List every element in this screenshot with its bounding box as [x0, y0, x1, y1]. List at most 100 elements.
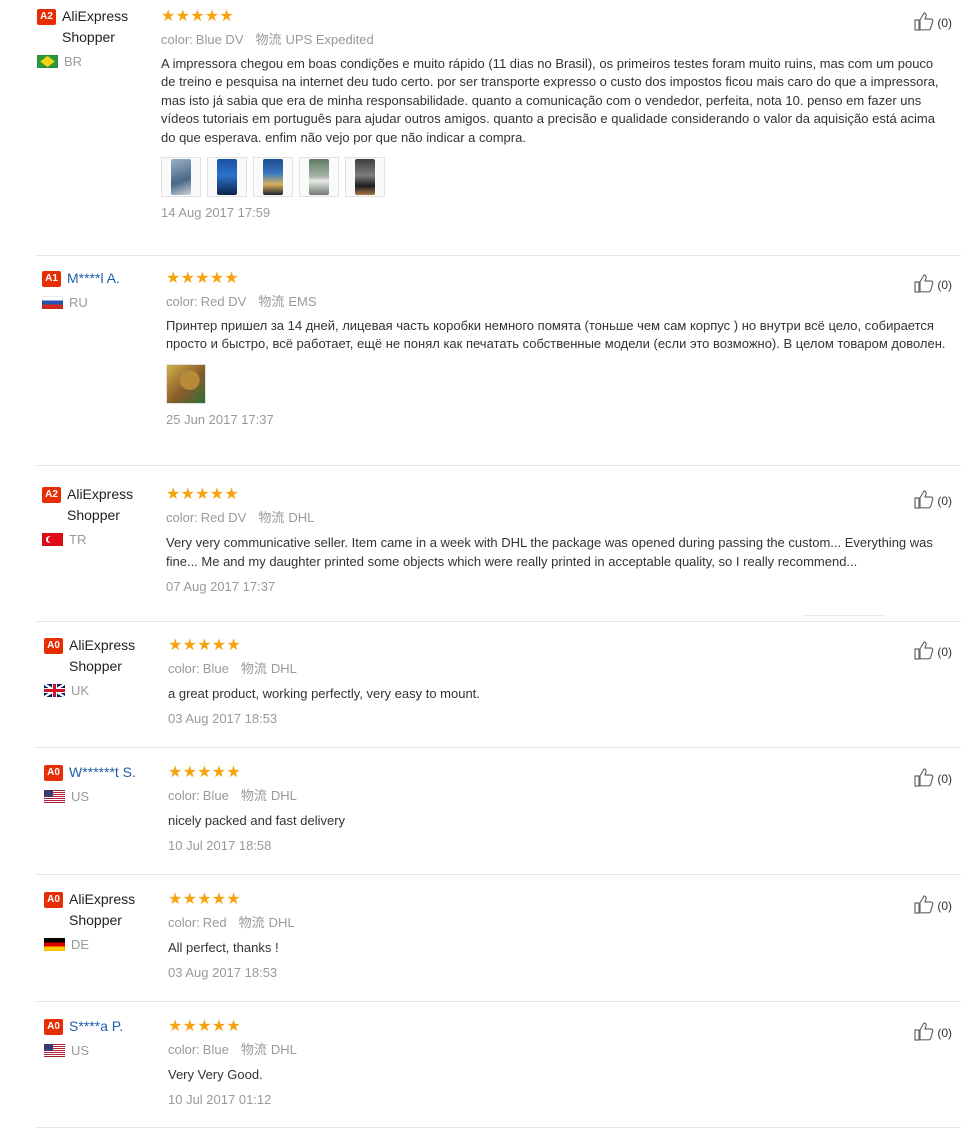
logistics-label: 物流 — [255, 32, 282, 47]
reviewer-info: A0 W******t S. US — [44, 764, 162, 804]
review-divider — [36, 465, 961, 466]
country-code: DE — [71, 937, 90, 952]
color-value: Red — [202, 915, 227, 930]
reviewer-country: US — [44, 1043, 162, 1058]
star-icon: ★ — [195, 270, 210, 287]
helpful-button[interactable]: (0) — [913, 639, 952, 664]
logistics-value: DHL — [270, 788, 297, 803]
review-text: Very Very Good. — [168, 1067, 263, 1082]
order-info: color: Red DV 物流 DHL — [166, 509, 946, 527]
review-content: ★★★★★ color: Red DV 物流 DHL Very very commun… — [166, 486, 946, 594]
helpful-button[interactable]: (0) — [913, 10, 952, 35]
color-value: Blue — [202, 661, 229, 676]
reviewer-country: TR — [42, 532, 160, 547]
helpful-count: (0) — [937, 898, 952, 913]
star-icon: ★ — [204, 8, 220, 25]
review-item: A0 W******t S. US ★★★★★ color: Blue 物流 DHL … — [0, 764, 979, 875]
star-icon: ★ — [168, 637, 183, 654]
color-value: Blue DV — [195, 32, 244, 47]
logistics-value: DHL — [270, 661, 297, 676]
helpful-count: (0) — [937, 15, 952, 30]
logistics-value: DHL — [288, 510, 315, 525]
star-icon: ★ — [182, 764, 197, 781]
logistics-label: 物流 — [240, 661, 267, 676]
reviewer-name[interactable]: M****l A. — [67, 268, 120, 289]
helpful-button[interactable]: (0) — [913, 893, 952, 918]
order-info: color: Blue 物流 DHL — [168, 787, 948, 805]
country-flag-icon — [37, 55, 58, 68]
review-photo-thumbnail[interactable] — [161, 157, 201, 198]
review-photo-thumbnail[interactable] — [166, 363, 206, 404]
reviewer-country: UK — [44, 683, 162, 698]
order-info: color: Blue DV 物流 UPS Expedited — [161, 31, 951, 49]
star-icon: ★ — [168, 891, 183, 908]
reviewer-info: A2 AliExpress Shopper BR — [37, 8, 155, 69]
color-label: color: — [168, 788, 200, 803]
country-flag-icon — [42, 533, 63, 546]
star-icon: ★ — [224, 270, 239, 287]
thumbs-up-icon — [913, 639, 937, 664]
color-value: Blue — [202, 1042, 229, 1057]
star-icon: ★ — [175, 8, 190, 25]
country-flag-icon — [44, 684, 65, 697]
star-icon: ★ — [190, 8, 205, 25]
star-icon: ★ — [182, 637, 197, 654]
review-photo-thumbnail[interactable] — [345, 157, 385, 198]
logistics-label: 物流 — [258, 510, 285, 525]
review-item: A2 AliExpress Shopper TR ★★★★★ color: Red… — [0, 486, 979, 622]
star-icon: ★ — [161, 8, 176, 25]
star-icon: ★ — [211, 637, 227, 654]
buyer-level-badge: A0 — [44, 638, 63, 654]
logistics-value: EMS — [288, 294, 317, 309]
review-photo-thumbnail[interactable] — [253, 157, 293, 198]
star-icon: ★ — [226, 1018, 241, 1035]
color-label: color: — [166, 510, 198, 525]
review-divider — [36, 1001, 961, 1002]
star-icon: ★ — [209, 486, 225, 503]
helpful-button[interactable]: (0) — [913, 766, 952, 791]
reviewer-name: AliExpress Shopper — [62, 8, 129, 45]
star-icon: ★ — [166, 270, 181, 287]
reviewer-name[interactable]: W******t S. — [69, 762, 136, 783]
order-info: color: Blue 物流 DHL — [168, 660, 948, 678]
star-icon: ★ — [168, 764, 183, 781]
review-divider — [36, 255, 961, 256]
logistics-value: UPS Expedited — [285, 32, 374, 47]
buyer-level-badge: A2 — [42, 487, 61, 503]
review-date: 14 Aug 2017 17:59 — [161, 205, 271, 221]
reviewer-name[interactable]: S****a P. — [69, 1016, 123, 1037]
review-item: A1 M****l A. RU ★★★★★ color: Red DV 物流 EMS … — [0, 270, 979, 466]
review-photos — [161, 157, 951, 198]
color-label: color: — [168, 1042, 200, 1057]
review-content: ★★★★★ color: Blue 物流 DHL Very Very Good. 10… — [168, 1018, 948, 1107]
review-text: Принтер пришел за 14 дней, лицевая часть… — [166, 318, 946, 352]
reviewer-country: DE — [44, 937, 162, 952]
star-icon: ★ — [226, 764, 241, 781]
logistics-label: 物流 — [258, 294, 285, 309]
helpful-button[interactable]: (0) — [913, 272, 952, 297]
star-rating: ★★★★★ — [166, 486, 946, 504]
helpful-count: (0) — [937, 1025, 952, 1040]
star-rating: ★★★★★ — [168, 764, 948, 782]
review-photo-thumbnail[interactable] — [207, 157, 247, 198]
star-rating: ★★★★★ — [161, 8, 951, 26]
order-info: color: Red DV 物流 EMS — [166, 293, 946, 311]
review-photo-thumbnail[interactable] — [299, 157, 339, 198]
star-icon: ★ — [211, 764, 227, 781]
color-label: color: — [168, 661, 200, 676]
color-label: color: — [166, 294, 198, 309]
helpful-button[interactable]: (0) — [913, 1020, 952, 1045]
star-rating: ★★★★★ — [168, 1018, 948, 1036]
helpful-button[interactable]: (0) — [913, 488, 952, 513]
review-item: A0 AliExpress Shopper UK ★★★★★ color: Blu… — [0, 637, 979, 748]
helpful-count: (0) — [937, 493, 952, 508]
star-icon: ★ — [168, 1018, 183, 1035]
review-feed: A2 AliExpress Shopper BR ★★★★★ color: Blu… — [0, 0, 979, 1128]
review-text: Very very communicative seller. Item cam… — [166, 535, 933, 569]
reviewer-name: AliExpress Shopper — [67, 486, 134, 523]
country-flag-icon — [44, 790, 65, 803]
logistics-label: 物流 — [238, 915, 265, 930]
helpful-count: (0) — [937, 644, 952, 659]
country-code: RU — [69, 295, 88, 310]
reviewer-country: RU — [42, 295, 160, 310]
